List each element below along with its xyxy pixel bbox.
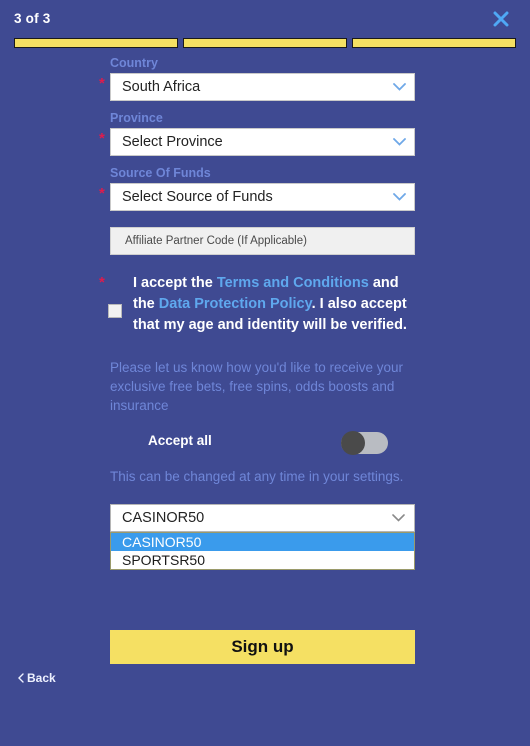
field-promo-code: CASINOR50 CASINOR50 SPORTSR50 (110, 504, 415, 570)
progress-segment-2 (183, 38, 347, 48)
promo-option-sportsr50[interactable]: SPORTSR50 (111, 551, 414, 569)
chevron-down-icon (392, 514, 405, 522)
signup-button[interactable]: Sign up (110, 630, 415, 664)
back-link[interactable]: Back (18, 671, 56, 685)
required-asterisk-province: * (99, 130, 105, 147)
accept-all-toggle[interactable] (341, 431, 388, 455)
progress-segment-1 (14, 38, 178, 48)
field-country: Country * South Africa (0, 56, 530, 101)
select-province-value: Select Province (122, 134, 223, 150)
promo-options-list: CASINOR50 SPORTSR50 (110, 532, 415, 570)
select-country[interactable]: South Africa (110, 73, 415, 101)
select-country-value: South Africa (122, 79, 201, 95)
accept-all-label: Accept all (148, 433, 212, 448)
terms-text: I accept the Terms and Conditions and th… (133, 273, 423, 336)
select-province[interactable]: Select Province (110, 128, 415, 156)
promo-option-casinor50[interactable]: CASINOR50 (111, 533, 414, 551)
terms-and-conditions-link[interactable]: Terms and Conditions (217, 275, 369, 291)
field-source-of-funds: Source Of Funds * Select Source of Funds (0, 166, 530, 211)
select-promo-code-value: CASINOR50 (122, 510, 205, 526)
select-promo-code[interactable]: CASINOR50 (110, 504, 415, 532)
field-province: Province * Select Province (0, 111, 530, 156)
progress-bar (14, 38, 516, 48)
required-asterisk-country: * (99, 75, 105, 92)
label-province: Province (110, 111, 163, 125)
affiliate-code-input[interactable] (110, 227, 415, 255)
terms-acceptance-row: * I accept the Terms and Conditions and … (0, 273, 530, 336)
chevron-left-icon (18, 673, 24, 683)
required-asterisk-source-of-funds: * (99, 185, 105, 202)
close-button[interactable] (488, 6, 514, 32)
settings-note-text: This can be changed at any time in your … (110, 469, 404, 484)
back-link-label: Back (27, 671, 56, 685)
select-source-of-funds-value: Select Source of Funds (122, 189, 273, 205)
accept-all-row: Accept all (0, 429, 530, 457)
toggle-knob (341, 431, 365, 455)
progress-segment-3 (352, 38, 516, 48)
terms-text-part1: I accept the (133, 275, 217, 291)
data-protection-policy-link[interactable]: Data Protection Policy (159, 296, 312, 312)
select-source-of-funds[interactable]: Select Source of Funds (110, 183, 415, 211)
terms-checkbox[interactable] (108, 304, 122, 318)
required-asterisk-terms: * (99, 274, 105, 291)
close-x-icon (493, 11, 509, 27)
page-title: 3 of 3 (14, 11, 51, 26)
marketing-intro-text: Please let us know how you'd like to rec… (110, 360, 403, 413)
label-country: Country (110, 56, 158, 70)
modal-header: 3 of 3 (0, 0, 530, 50)
label-source-of-funds: Source Of Funds (110, 166, 211, 180)
signup-form: Country * South Africa Province * Select… (0, 50, 530, 570)
field-affiliate-code (0, 227, 530, 255)
